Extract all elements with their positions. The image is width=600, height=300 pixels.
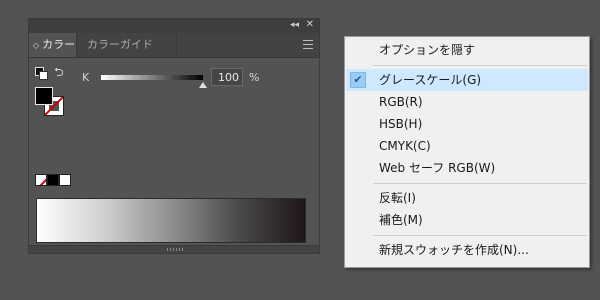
menu-item-hsb[interactable]: HSB(H) xyxy=(346,113,588,135)
menu-item-label: Web セーフ RGB(W) xyxy=(379,161,496,175)
color-panel: ◂◂ ✕ ◇カラー カラーガイド ⮌ K % xyxy=(28,18,320,254)
fill-swatch[interactable] xyxy=(35,87,53,105)
menu-item-label: 補色(M) xyxy=(379,213,423,227)
k-slider-track[interactable] xyxy=(101,75,203,80)
tab-color-guide[interactable]: カラーガイド xyxy=(79,33,177,57)
quick-swatches xyxy=(35,174,71,187)
menu-item-label: RGB(R) xyxy=(379,95,423,109)
menu-item-label: オプションを隠す xyxy=(379,43,476,57)
menu-item-label: CMYK(C) xyxy=(379,139,431,153)
tab-color[interactable]: ◇ カラー xyxy=(29,33,77,57)
panel-resize-bar[interactable] xyxy=(29,245,319,253)
updown-arrows-icon[interactable]: ◇ xyxy=(33,41,39,50)
default-fill-stroke-icon[interactable] xyxy=(35,67,48,80)
menu-item-label: HSB(H) xyxy=(379,117,423,131)
k-channel-label: K xyxy=(82,71,90,84)
menu-item-label: 新規スウォッチを作成(N)... xyxy=(379,243,529,257)
menu-item-rgb[interactable]: RGB(R) xyxy=(346,91,588,113)
panel-title-bar[interactable]: ◂◂ ✕ xyxy=(29,19,319,34)
color-spectrum-ramp[interactable] xyxy=(36,198,306,243)
tab-color-label: カラー xyxy=(42,38,76,51)
white-swatch[interactable] xyxy=(59,174,71,186)
menu-separator xyxy=(373,183,587,184)
k-value-input[interactable] xyxy=(211,68,243,86)
panel-menu-icon[interactable] xyxy=(303,40,313,49)
menu-item-hide-options[interactable]: オプションを隠す xyxy=(346,39,588,61)
menu-item-invert[interactable]: 反転(I) xyxy=(346,187,588,209)
checkmark-icon: ✔ xyxy=(350,72,366,88)
menu-item-label: 反転(I) xyxy=(379,191,416,205)
menu-item-label: グレースケール(G) xyxy=(379,73,482,87)
collapse-icon[interactable]: ◂◂ xyxy=(290,20,299,30)
panel-flyout-menu: オプションを隠す ✔ グレースケール(G) RGB(R) HSB(H) CMYK… xyxy=(344,36,590,268)
menu-item-grayscale[interactable]: ✔ グレースケール(G) xyxy=(346,69,588,91)
menu-item-complement[interactable]: 補色(M) xyxy=(346,209,588,231)
none-slash-icon xyxy=(39,178,46,185)
none-swatch[interactable] xyxy=(35,174,47,186)
menu-item-create-new-swatch[interactable]: 新規スウォッチを作成(N)... xyxy=(346,239,588,261)
menu-separator xyxy=(373,65,587,66)
menu-separator xyxy=(373,235,587,236)
k-slider-thumb[interactable] xyxy=(199,82,207,88)
menu-item-web-safe-rgb[interactable]: Web セーフ RGB(W) xyxy=(346,157,588,179)
menu-item-cmyk[interactable]: CMYK(C) xyxy=(346,135,588,157)
black-swatch[interactable] xyxy=(47,174,59,186)
percent-unit: % xyxy=(249,71,260,84)
tab-color-guide-label: カラーガイド xyxy=(87,38,153,51)
panel-tab-bar: ◇ カラー カラーガイド xyxy=(29,33,319,58)
resize-grip-icon[interactable] xyxy=(167,248,183,251)
swap-fill-stroke-icon[interactable]: ⮌ xyxy=(54,63,64,84)
close-icon[interactable]: ✕ xyxy=(306,19,314,30)
